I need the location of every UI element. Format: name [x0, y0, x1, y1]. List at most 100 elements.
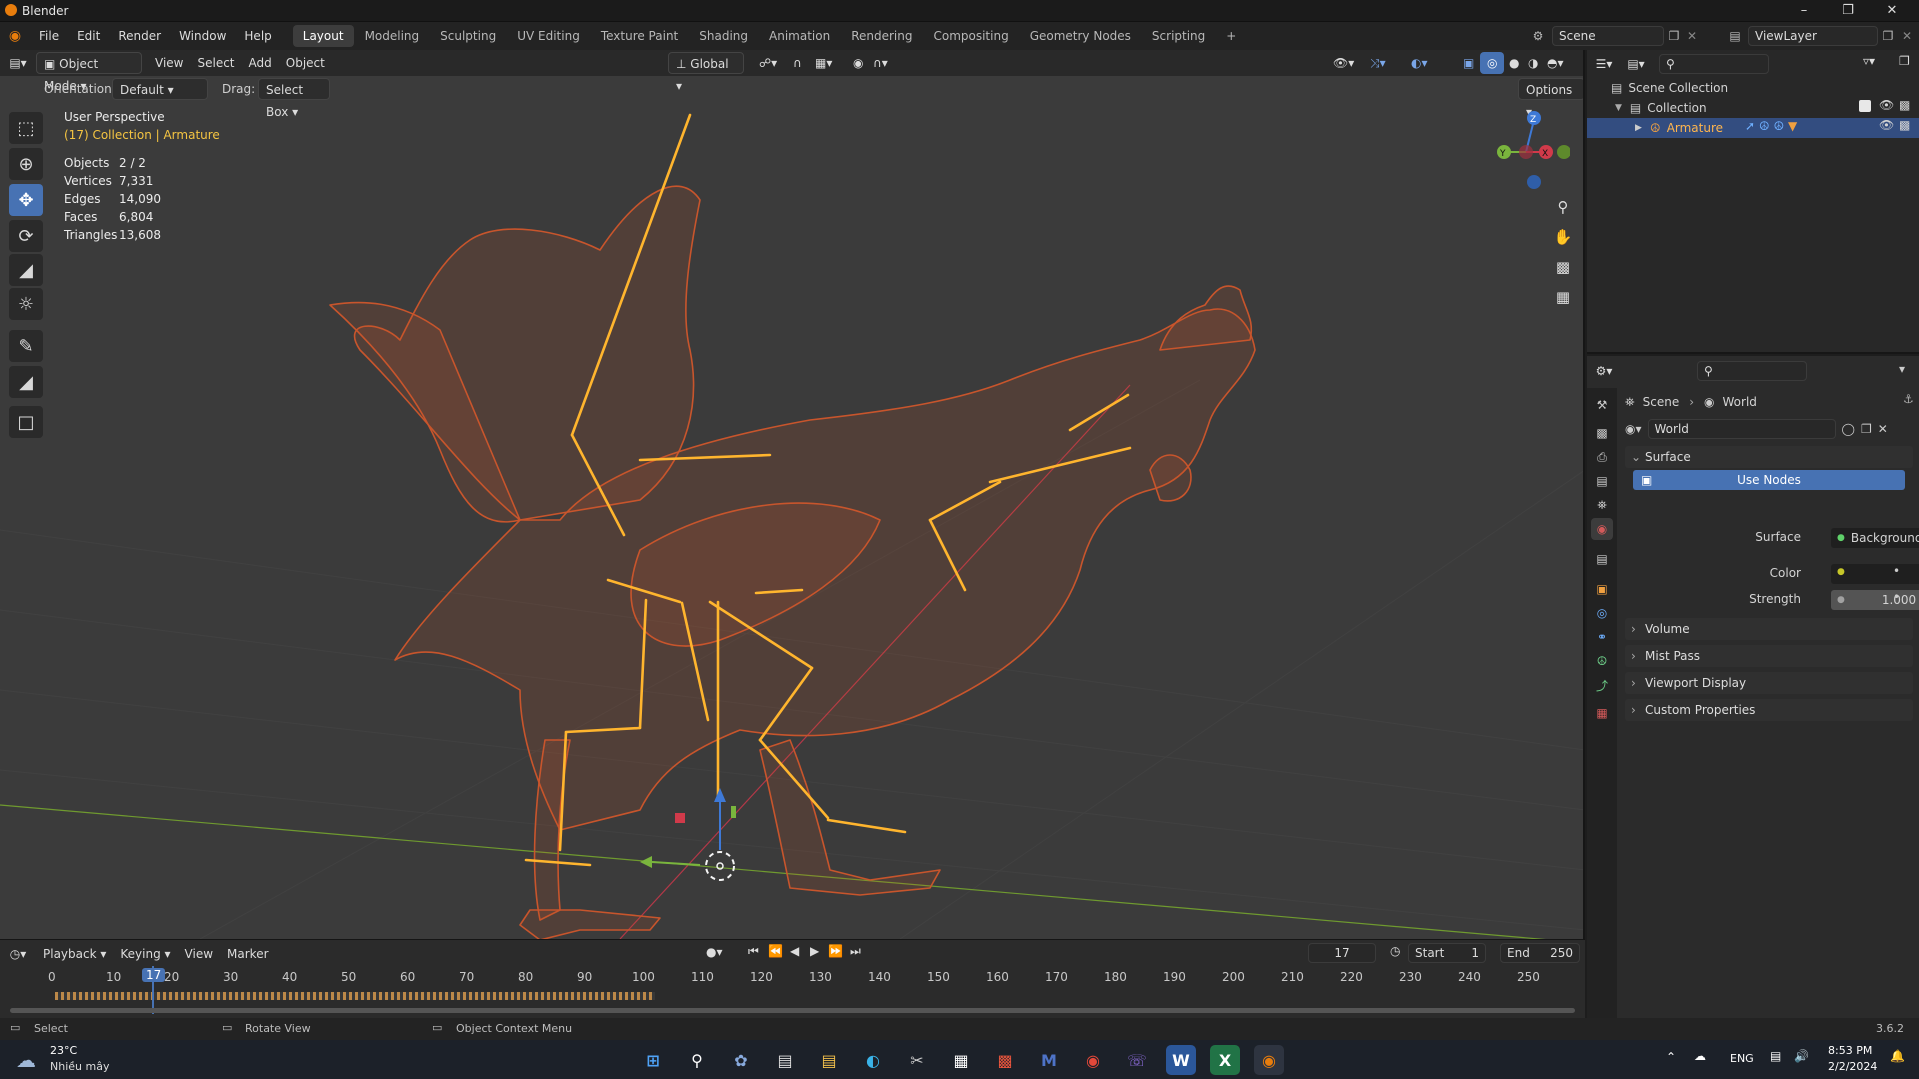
render-tab-icon[interactable]: ▩: [1591, 422, 1613, 444]
tab-sculpting[interactable]: Sculpting: [430, 25, 506, 47]
new-view-layer-icon[interactable]: ❐: [1878, 29, 1898, 43]
perspective-toggle-icon[interactable]: ▦: [1550, 284, 1576, 310]
weather-desc[interactable]: Nhiều mây: [50, 1060, 109, 1073]
play-icon[interactable]: ▶: [810, 944, 819, 958]
measure-tool[interactable]: ◢: [9, 366, 43, 398]
view-layer-icon[interactable]: ▤: [1722, 29, 1748, 43]
playhead-label[interactable]: 17: [142, 968, 166, 982]
menu-select[interactable]: Select: [190, 52, 241, 74]
zoom-icon[interactable]: ⚲: [1550, 194, 1576, 220]
armature-eye-icon[interactable]: 👁: [1879, 118, 1894, 132]
new-scene-icon[interactable]: ❐: [1664, 29, 1684, 43]
use-nodes-button[interactable]: ▣ Use Nodes: [1633, 470, 1905, 490]
new-world-icon[interactable]: ❐: [1861, 422, 1872, 436]
jump-start-icon[interactable]: ⏮: [748, 944, 759, 959]
expand-arrow-icon[interactable]: ▶: [1635, 123, 1642, 133]
world-tab-icon[interactable]: ◉: [1591, 518, 1613, 540]
task-view-icon[interactable]: ▤: [770, 1045, 800, 1075]
navigation-gizmo[interactable]: Z Y X: [1490, 106, 1570, 196]
strength-keyframe-icon[interactable]: •: [1893, 590, 1900, 604]
visibility-icon[interactable]: 👁▾: [1326, 52, 1361, 74]
menu-file[interactable]: File: [30, 22, 68, 50]
tab-scripting[interactable]: Scripting: [1142, 25, 1215, 47]
eye-icon[interactable]: 👁: [1879, 98, 1894, 112]
render-camera-icon[interactable]: ▩: [1899, 98, 1910, 112]
cursor-tool[interactable]: ⊕: [9, 148, 43, 180]
unlink-world-icon[interactable]: ✕: [1878, 422, 1888, 436]
overlays-icon[interactable]: ◐▾: [1404, 52, 1435, 74]
texture-tab-icon[interactable]: ▦: [1591, 702, 1613, 724]
language-indicator[interactable]: ENG: [1730, 1052, 1754, 1065]
tab-compositing[interactable]: Compositing: [923, 25, 1018, 47]
play-reverse-icon[interactable]: ◀: [790, 944, 799, 958]
collection-tab-icon[interactable]: ▤: [1591, 548, 1613, 570]
fake-user-icon[interactable]: ◯: [1842, 422, 1855, 436]
constraints-tab-icon[interactable]: ⚭: [1591, 626, 1613, 648]
close-window-button[interactable]: ✕: [1872, 2, 1912, 20]
weather-temp[interactable]: 23°C: [50, 1044, 77, 1057]
maximize-button[interactable]: ❐: [1828, 2, 1868, 20]
falloff-icon[interactable]: ∩▾: [866, 52, 895, 74]
collapse-arrow-icon[interactable]: ▼: [1615, 103, 1622, 113]
minimize-button[interactable]: –: [1784, 2, 1824, 20]
preview-range-icon[interactable]: ◷: [1390, 944, 1400, 958]
snap-target-icon[interactable]: ▦▾: [808, 52, 839, 74]
delete-scene-icon[interactable]: ✕: [1684, 29, 1700, 43]
pin-icon[interactable]: ⚓: [1903, 392, 1914, 406]
surface-panel-header[interactable]: ⌄ Surface: [1625, 446, 1913, 468]
transform-tool[interactable]: ☼: [9, 288, 43, 320]
tray-overflow-icon[interactable]: ⌃: [1666, 1050, 1676, 1064]
view-layer-field[interactable]: ViewLayer: [1748, 26, 1878, 46]
outliner-row-scene-collection[interactable]: ▤ Scene Collection: [1587, 78, 1919, 98]
app-m-icon[interactable]: M: [1034, 1045, 1064, 1075]
rendered-shading-icon[interactable]: ◓▾: [1540, 52, 1571, 74]
menu-edit[interactable]: Edit: [68, 22, 109, 50]
outliner-editor-icon[interactable]: ☰▾: [1587, 57, 1621, 71]
collection-checkbox[interactable]: [1859, 100, 1871, 112]
editor-type-icon[interactable]: ▤▾: [0, 56, 36, 70]
start-frame-field[interactable]: Start 1: [1408, 943, 1486, 963]
new-collection-icon[interactable]: ❐: [1899, 54, 1910, 68]
view-layer-tab-icon[interactable]: ▤: [1591, 470, 1613, 492]
menu-keying[interactable]: Keying ▾: [113, 943, 177, 965]
physics-tab-icon[interactable]: ◎: [1591, 602, 1613, 624]
viber-icon[interactable]: ☏: [1122, 1045, 1152, 1075]
timeline-scrollbar[interactable]: [10, 1008, 1575, 1013]
prev-keyframe-icon[interactable]: ⏪: [768, 944, 783, 958]
color-keyframe-icon[interactable]: •: [1893, 564, 1900, 578]
wireframe-shading-icon[interactable]: ◎: [1480, 52, 1505, 74]
timeline-editor-icon[interactable]: ◷▾: [0, 947, 36, 961]
end-frame-field[interactable]: End 250: [1500, 943, 1580, 963]
blender-taskbar-icon[interactable]: ◉: [1254, 1045, 1284, 1075]
display-mode-icon[interactable]: ▤▾: [1621, 57, 1651, 71]
strength-field[interactable]: ● 1.000: [1831, 590, 1919, 610]
clock-date[interactable]: 2/2/2024: [1828, 1060, 1877, 1073]
filter-icon[interactable]: ▿▾: [1863, 54, 1875, 68]
menu-help[interactable]: Help: [235, 22, 280, 50]
word-icon[interactable]: W: [1166, 1045, 1196, 1075]
outliner-search-input[interactable]: ⚲: [1659, 54, 1769, 74]
surface-shader-field[interactable]: ● Background: [1831, 528, 1919, 548]
edge-icon[interactable]: ◐: [858, 1045, 888, 1075]
output-tab-icon[interactable]: ⎙: [1591, 446, 1613, 468]
record-icon[interactable]: ●▾: [706, 945, 723, 959]
clock-time[interactable]: 8:53 PM: [1828, 1044, 1872, 1057]
onedrive-icon[interactable]: ☁: [1694, 1049, 1706, 1063]
tab-layout[interactable]: Layout: [292, 25, 354, 47]
transform-orientation-dropdown[interactable]: ⊥ Global ▾: [668, 52, 744, 93]
tab-shading[interactable]: Shading: [689, 25, 758, 47]
mode-dropdown[interactable]: ▣ Object Mode ▾: [36, 52, 142, 93]
tab-modeling[interactable]: Modeling: [355, 25, 430, 47]
start-menu-icon[interactable]: ⊞: [638, 1045, 668, 1075]
world-name-field[interactable]: World: [1647, 419, 1836, 439]
menu-view[interactable]: View: [148, 52, 190, 74]
chrome-icon[interactable]: ◉: [1078, 1045, 1108, 1075]
properties-editor-icon[interactable]: ⚙▾: [1587, 364, 1621, 378]
menu-timeline-view[interactable]: View: [178, 943, 220, 965]
annotate-tool[interactable]: ✎: [9, 330, 43, 362]
object-tab-icon[interactable]: ▣: [1591, 578, 1613, 600]
drag-dropdown[interactable]: Select Box ▾: [258, 78, 330, 119]
notification-icon[interactable]: 🔔: [1890, 1049, 1905, 1063]
orientation-dropdown[interactable]: Default ▾: [112, 78, 208, 100]
network-icon[interactable]: ▤: [1770, 1049, 1781, 1063]
